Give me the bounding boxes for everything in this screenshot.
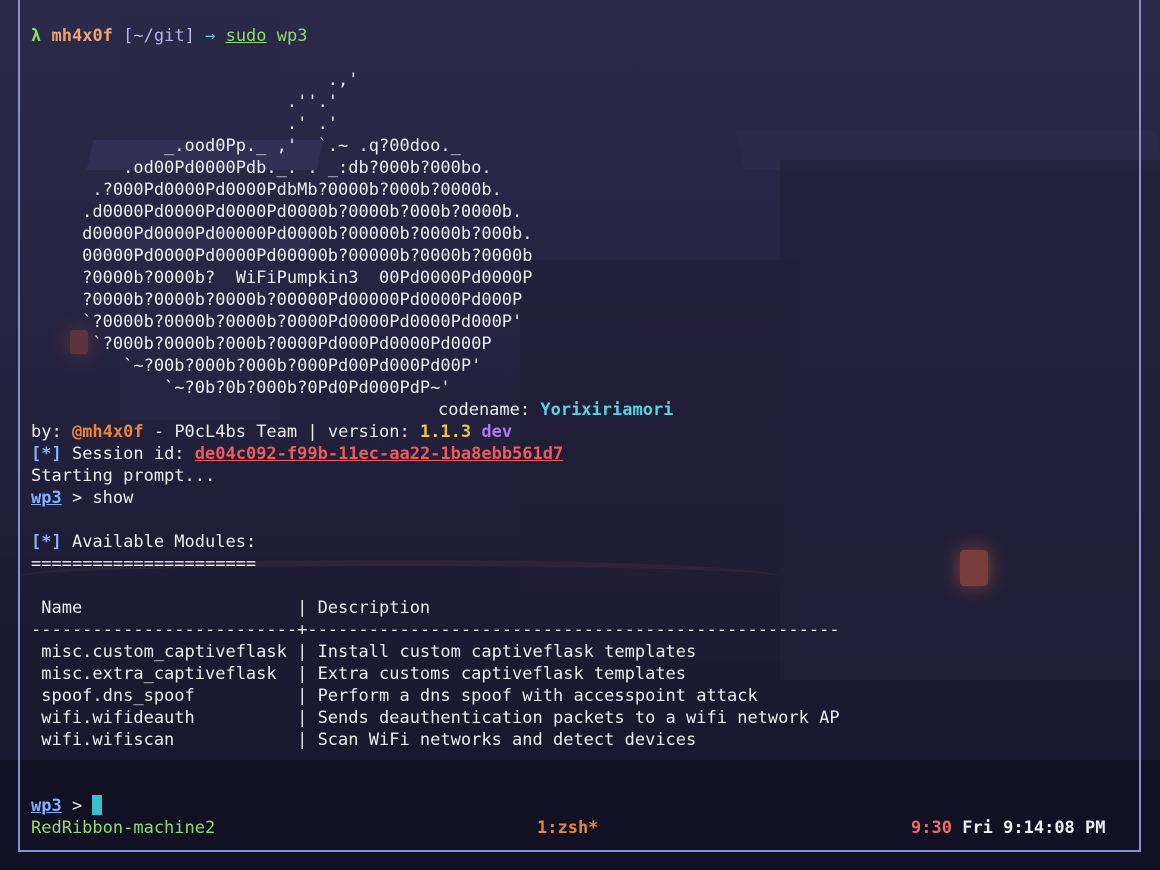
prompt-user: mh4x0f [51,26,113,46]
prompt-path: [~/git] [123,26,195,46]
info-marker: [*] [31,444,62,464]
status-clock: 9:30 Fri 9:14:08 PM [911,817,1106,839]
table-row: spoof.dns_spoof | Perform a dns spoof wi… [31,686,758,706]
text-cursor[interactable] [92,795,103,815]
shell-prompt-line: λ mh4x0f [~/git] → sudo wp3 [31,25,308,47]
modules-table-divider: --------------------------+-------------… [31,620,840,640]
prompt-separator: > [61,488,93,508]
banner-line: `?000b?0000b?000b?0000Pd000Pd0000Pd000P [31,334,492,354]
banner-line: .od00Pd0000Pdb._. . _:db?000b?000bo. [31,158,492,178]
table-row: misc.custom_captiveflask | Install custo… [31,642,697,662]
session-line: [*] Session id: de04c092-f99b-11ec-aa22-… [31,443,563,465]
table-row: wifi.wifideauth | Sends deauthentication… [31,708,840,728]
status-window-tab[interactable]: 1:zsh* [537,817,598,839]
input-prompt-line[interactable]: wp3 > [31,795,103,817]
session-id: de04c092-f99b-11ec-aa22-1ba8ebb561d7 [194,444,564,464]
banner-line: .''.' [31,92,339,112]
version-tag: dev [481,422,513,442]
banner-line: `?0000b?0000b?0000b?0000Pd0000Pd0000Pd00… [31,312,523,332]
banner-line: ?0000b?0000b?0000b?00000Pd00000Pd0000Pd0… [31,290,523,310]
session-label: Session id: [61,444,195,464]
byline-author: @mh4x0f [71,422,144,442]
modules-title-line: [*] Available Modules: [31,531,256,553]
info-marker: [*] [31,532,62,552]
status-session-name: RedRibbon-machine2 [31,818,216,838]
modules-underline: ====================== [31,554,257,574]
status-date: Fri 9:14:08 PM [962,818,1106,838]
show-command-line: wp3 > show [31,487,133,509]
banner-line: d0000Pd0000Pd00000Pd0000b?00000b?0000b?0… [31,224,533,244]
modules-title: Available Modules: [61,532,257,552]
wp3-prompt: wp3 [31,796,62,816]
entered-command: show [92,488,134,508]
starting-line: Starting prompt... [31,466,216,486]
byline-prefix: by: [31,422,72,442]
lambda-icon: λ [31,26,42,46]
prompt-separator: > [61,796,93,816]
table-row: misc.extra_captiveflask | Extra customs … [31,664,687,684]
banner-line: `~?00b?000b?000b?000Pd00Pd000Pd00P' [31,356,482,376]
banner-line: ?0000b?0000b? WiFiPumpkin3 00Pd0000Pd000… [31,268,533,288]
codename-line: codename: Yorixiriamori [438,399,673,421]
banner-line: .?000Pd0000Pd0000PdbMb?0000b?000b?0000b. [31,180,502,200]
banner-line: 00000Pd0000Pd0000Pd00000b?00000b?0000b?0… [31,246,533,266]
table-row: wifi.wifiscan | Scan WiFi networks and d… [31,730,697,750]
status-time: 9:30 [911,818,952,838]
banner-line: _.ood0Pp._ ,' `.~ .q?00doo._ [31,136,461,156]
prompt-argument: wp3 [276,26,308,46]
banner-line: `~?0b?0b?000b?0Pd0Pd000PdP~' [31,378,451,398]
prompt-arrow-icon: → [205,26,216,46]
version-number: 1.1.3 [419,422,472,442]
banner-line: .,' [31,70,359,90]
modules-table-header: Name | Description [31,598,431,618]
banner-line: .d0000Pd0000Pd0000Pd0000b?0000b?000b?000… [31,202,523,222]
byline-team: - P0cL4bs Team | version: [143,422,420,442]
banner-line: .' .' [31,114,339,134]
wp3-prompt: wp3 [31,488,62,508]
prompt-command: sudo [225,26,267,46]
codename-value: Yorixiriamori [540,400,674,420]
byline: by: @mh4x0f - P0cL4bs Team | version: 1.… [31,421,512,443]
codename-label: codename: [438,400,541,420]
